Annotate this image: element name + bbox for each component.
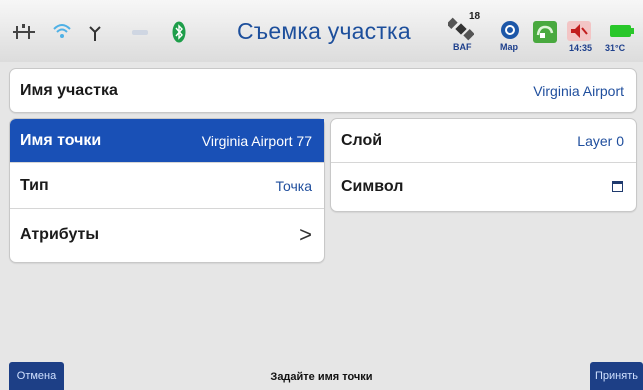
inactive-indicator-icon (132, 30, 148, 35)
area-name-row[interactable]: Имя участка Virginia Airport (9, 68, 637, 113)
battery-icon (610, 25, 634, 37)
page-title: Съемка участка (237, 18, 411, 44)
point-name-row[interactable]: Имя точки Virginia Airport 77 (10, 119, 324, 162)
symbol-label: Символ (341, 177, 404, 195)
map-icon[interactable] (500, 20, 520, 40)
layer-row[interactable]: Слой Layer 0 (331, 119, 636, 162)
fix-label: BAF (453, 42, 472, 52)
layer-symbol-panel: Слой Layer 0 Символ (330, 118, 637, 212)
type-row[interactable]: Тип Точка (10, 162, 324, 208)
bluetooth-icon[interactable] (172, 21, 186, 43)
chevron-right-icon: > (299, 222, 312, 247)
layer-label: Слой (341, 131, 383, 149)
type-value: Точка (275, 177, 312, 194)
status-bar: Съемка участка 18 BAF Map 14:35 31°C (0, 0, 643, 62)
app-icon[interactable] (533, 21, 557, 43)
volume-icon[interactable] (567, 21, 591, 41)
attributes-row[interactable]: Атрибуты > (10, 208, 324, 261)
satellite-count: 18 (469, 11, 481, 22)
accept-button[interactable]: Принять (590, 362, 643, 390)
status-hint: Задайте имя точки (270, 371, 373, 383)
area-name-label: Имя участка (20, 81, 118, 99)
layer-value: Layer 0 (577, 132, 624, 149)
network-icon[interactable] (13, 24, 35, 42)
attributes-label: Атрибуты (20, 226, 100, 243)
clock: 14:35 (569, 43, 593, 53)
area-name-value: Virginia Airport (533, 82, 624, 99)
antenna-icon[interactable] (88, 25, 102, 41)
map-label: Map (500, 42, 518, 52)
temperature: 31°C (605, 43, 626, 53)
symbol-row[interactable]: Символ (331, 162, 636, 210)
point-name-label: Имя точки (20, 131, 102, 149)
point-name-value: Virginia Airport 77 (201, 132, 312, 149)
square-symbol-icon (612, 181, 623, 192)
point-properties-panel: Имя точки Virginia Airport 77 Тип Точка … (9, 118, 325, 263)
wifi-icon[interactable] (53, 22, 71, 40)
type-label: Тип (20, 176, 49, 194)
